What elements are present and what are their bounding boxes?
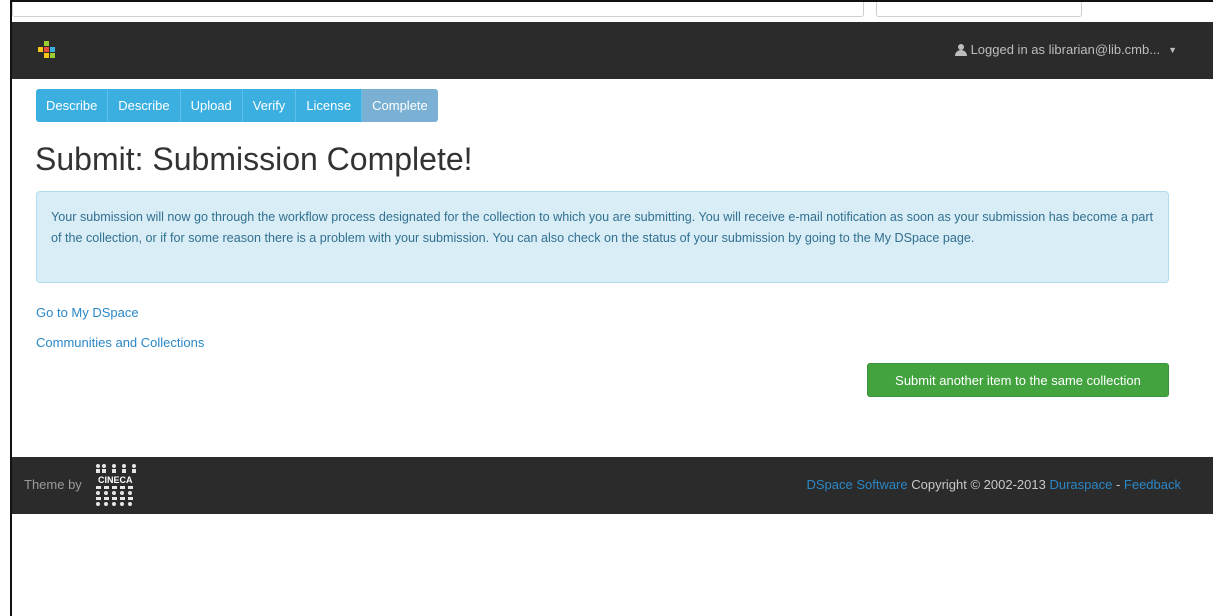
step-upload[interactable]: Upload: [180, 89, 243, 122]
step-verify[interactable]: Verify: [242, 89, 297, 122]
cineca-logo[interactable]: CINECA: [92, 462, 142, 508]
top-navbar: Logged in as librarian@lib.cmb... ▼: [12, 22, 1213, 79]
theme-by-label: Theme by: [24, 477, 82, 492]
feedback-link[interactable]: Feedback: [1124, 477, 1181, 492]
go-to-mydspace-link[interactable]: Go to My DSpace: [36, 305, 139, 320]
caret-down-icon: ▼: [1168, 44, 1177, 55]
info-alert: Your submission will now go through the …: [36, 191, 1169, 283]
footer-credits: DSpace Software Copyright © 2002-2013 Du…: [806, 477, 1181, 492]
browser-toolbar-strip: [12, 0, 1213, 17]
step-describe-2[interactable]: Describe: [108, 89, 181, 122]
duraspace-link[interactable]: Duraspace: [1049, 477, 1112, 492]
step-describe-1[interactable]: Describe: [36, 89, 109, 122]
address-bar[interactable]: [12, 2, 864, 17]
user-menu-label: Logged in as librarian@lib.cmb...: [970, 42, 1161, 57]
footer: Theme by CINECA DSpace Software Copyrigh…: [12, 457, 1213, 514]
step-complete[interactable]: Complete: [362, 89, 438, 122]
page-title: Submit: Submission Complete!: [35, 141, 473, 177]
dspace-logo-icon[interactable]: [38, 41, 56, 59]
dspace-software-link[interactable]: DSpace Software: [806, 477, 907, 492]
svg-text:CINECA: CINECA: [98, 475, 133, 485]
step-license[interactable]: License: [296, 89, 363, 122]
footer-separator: -: [1112, 477, 1124, 492]
submit-another-button[interactable]: Submit another item to the same collecti…: [867, 363, 1169, 397]
submission-steps: Describe Describe Upload Verify License …: [36, 89, 438, 122]
search-bar[interactable]: [876, 2, 1082, 17]
communities-collections-link[interactable]: Communities and Collections: [36, 335, 204, 350]
user-icon: [954, 43, 967, 56]
user-menu[interactable]: Logged in as librarian@lib.cmb... ▼: [954, 42, 1177, 57]
copyright-text: Copyright © 2002-2013: [907, 477, 1050, 492]
